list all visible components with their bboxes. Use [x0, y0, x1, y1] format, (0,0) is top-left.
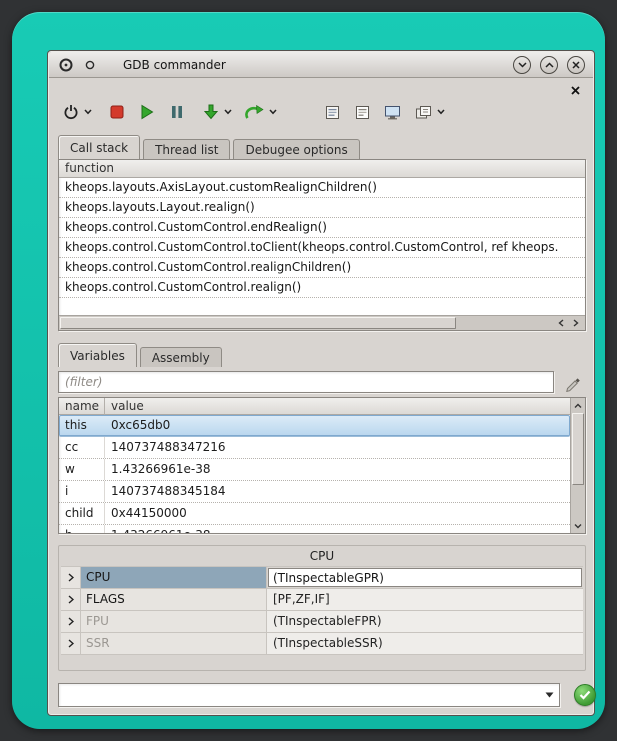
variable-value: 1.43266961e-38: [105, 459, 570, 480]
call-stack-column-header: function: [59, 160, 585, 178]
expander-icon[interactable]: [61, 611, 81, 632]
filter-input[interactable]: [58, 371, 554, 393]
cpu-row-value: (TInspectableSSR): [267, 633, 583, 654]
variable-name: w: [59, 459, 105, 480]
call-stack-row[interactable]: kheops.control.CustomControl.realign(): [59, 278, 585, 298]
variable-name: b: [59, 525, 105, 534]
scroll-left-icon[interactable]: [554, 317, 568, 329]
cpu-row-name: CPU: [81, 567, 267, 588]
filter-icon[interactable]: [564, 374, 582, 392]
cpu-inspector-grid: CPU (TInspectableGPR) FLAGS [PF,ZF,IF] F…: [61, 566, 583, 655]
app-icon: [57, 56, 75, 74]
cpu-row-name: FLAGS: [81, 589, 267, 610]
variable-row[interactable]: w 1.43266961e-38: [59, 459, 570, 481]
step-over-dropdown-icon[interactable]: [267, 100, 279, 124]
variable-row[interactable]: cc 140737488347216: [59, 437, 570, 459]
window-title: GDB commander: [123, 58, 226, 72]
variable-row[interactable]: child 0x44150000: [59, 503, 570, 525]
tab-variables[interactable]: Variables: [58, 343, 137, 367]
step-into-dropdown-icon[interactable]: [222, 100, 234, 124]
step-into-button[interactable]: [200, 100, 222, 124]
variable-name: i: [59, 481, 105, 502]
scroll-right-icon[interactable]: [569, 317, 583, 329]
debug-toolbar: [60, 97, 584, 127]
power-dropdown-icon[interactable]: [82, 100, 94, 124]
tab-assembly[interactable]: Assembly: [140, 347, 222, 367]
gdb-command-combobox[interactable]: [58, 683, 560, 707]
stop-button[interactable]: [106, 100, 128, 124]
expander-icon[interactable]: [61, 633, 81, 654]
cpu-row-fpu[interactable]: FPU (TInspectableFPR): [61, 611, 583, 633]
custom-eval-dropdown-icon[interactable]: [435, 100, 447, 124]
cpu-row-ssr[interactable]: SSR (TInspectableSSR): [61, 633, 583, 655]
cpu-row-flags[interactable]: FLAGS [PF,ZF,IF]: [61, 589, 583, 611]
call-stack-row[interactable]: kheops.control.CustomControl.toClient(kh…: [59, 238, 585, 258]
step-over-button[interactable]: [242, 100, 267, 124]
variable-value: 0x44150000: [105, 503, 570, 524]
tab-thread-list[interactable]: Thread list: [143, 139, 230, 159]
decorative-frame: GDB commander: [12, 12, 605, 729]
horizontal-scrollbar[interactable]: [59, 315, 585, 330]
power-button[interactable]: [60, 100, 82, 124]
pause-button[interactable]: [166, 100, 188, 124]
minimize-button[interactable]: [513, 56, 531, 74]
variable-value: 140737488347216: [105, 437, 570, 458]
dock-close-icon[interactable]: [568, 83, 582, 97]
variable-name: child: [59, 503, 105, 524]
combobox-dropdown-icon[interactable]: [541, 685, 558, 705]
variable-value: 0xc65db0: [105, 415, 570, 436]
cpu-row-value: [PF,ZF,IF]: [267, 589, 583, 610]
cpu-group-title: CPU: [59, 549, 585, 563]
expander-icon[interactable]: [61, 589, 81, 610]
tab-debugee-options[interactable]: Debugee options: [233, 139, 359, 159]
custom-eval-button[interactable]: [412, 100, 435, 124]
window-menu-icon[interactable]: [81, 56, 99, 74]
column-header-value: value: [105, 398, 570, 415]
scroll-up-icon[interactable]: [572, 399, 584, 412]
vertical-scrollbar[interactable]: [570, 398, 585, 533]
gdb-commander-window: GDB commander: [47, 50, 595, 716]
cpu-row-gpr[interactable]: CPU (TInspectableGPR): [61, 567, 583, 589]
call-stack-list: function kheops.layouts.AxisLayout.custo…: [58, 159, 586, 331]
variable-row[interactable]: b 1.43266961e-38: [59, 525, 570, 534]
variable-value: 140737488345184: [105, 481, 570, 502]
horizontal-scrollbar-thumb[interactable]: [60, 317, 456, 329]
tab-call-stack[interactable]: Call stack: [58, 135, 140, 159]
show-memory-button[interactable]: [381, 100, 404, 124]
command-row: [58, 683, 586, 707]
continue-button[interactable]: [136, 100, 158, 124]
column-header-name: name: [59, 398, 105, 415]
expander-icon[interactable]: [61, 567, 81, 588]
top-tab-bar: Call stack Thread list Debugee options: [58, 135, 363, 159]
cpu-row-value: (TInspectableFPR): [267, 611, 583, 632]
scroll-down-icon[interactable]: [572, 519, 584, 532]
variables-header: name value: [59, 398, 570, 415]
titlebar[interactable]: GDB commander: [49, 52, 593, 78]
variables-table: name value this 0xc65db0 cc 140737488347…: [58, 397, 586, 534]
show-output-button[interactable]: [321, 100, 343, 124]
variable-name: this: [59, 415, 105, 436]
filter-row: [58, 371, 584, 393]
call-stack-row[interactable]: kheops.control.CustomControl.realignChil…: [59, 258, 585, 278]
send-command-button[interactable]: [574, 684, 596, 706]
variable-row-selected[interactable]: this 0xc65db0: [59, 415, 570, 437]
cpu-row-name: FPU: [81, 611, 267, 632]
call-stack-row[interactable]: kheops.layouts.Layout.realign(): [59, 198, 585, 218]
variable-value: 1.43266961e-38: [105, 525, 570, 534]
variable-row[interactable]: i 140737488345184: [59, 481, 570, 503]
cpu-groupbox: CPU CPU (TInspectableGPR) FLAGS [PF,ZF,I…: [58, 545, 586, 671]
close-button[interactable]: [567, 56, 585, 74]
vertical-scrollbar-thumb[interactable]: [572, 413, 584, 485]
call-stack-row[interactable]: kheops.control.CustomControl.endRealign(…: [59, 218, 585, 238]
show-log-button[interactable]: [351, 100, 373, 124]
call-stack-row[interactable]: kheops.layouts.AxisLayout.customRealignC…: [59, 178, 585, 198]
cpu-row-name: SSR: [81, 633, 267, 654]
variable-name: cc: [59, 437, 105, 458]
maximize-button[interactable]: [540, 56, 558, 74]
middle-tab-bar: Variables Assembly: [58, 343, 225, 367]
cpu-row-value-editor[interactable]: (TInspectableGPR): [268, 568, 582, 587]
